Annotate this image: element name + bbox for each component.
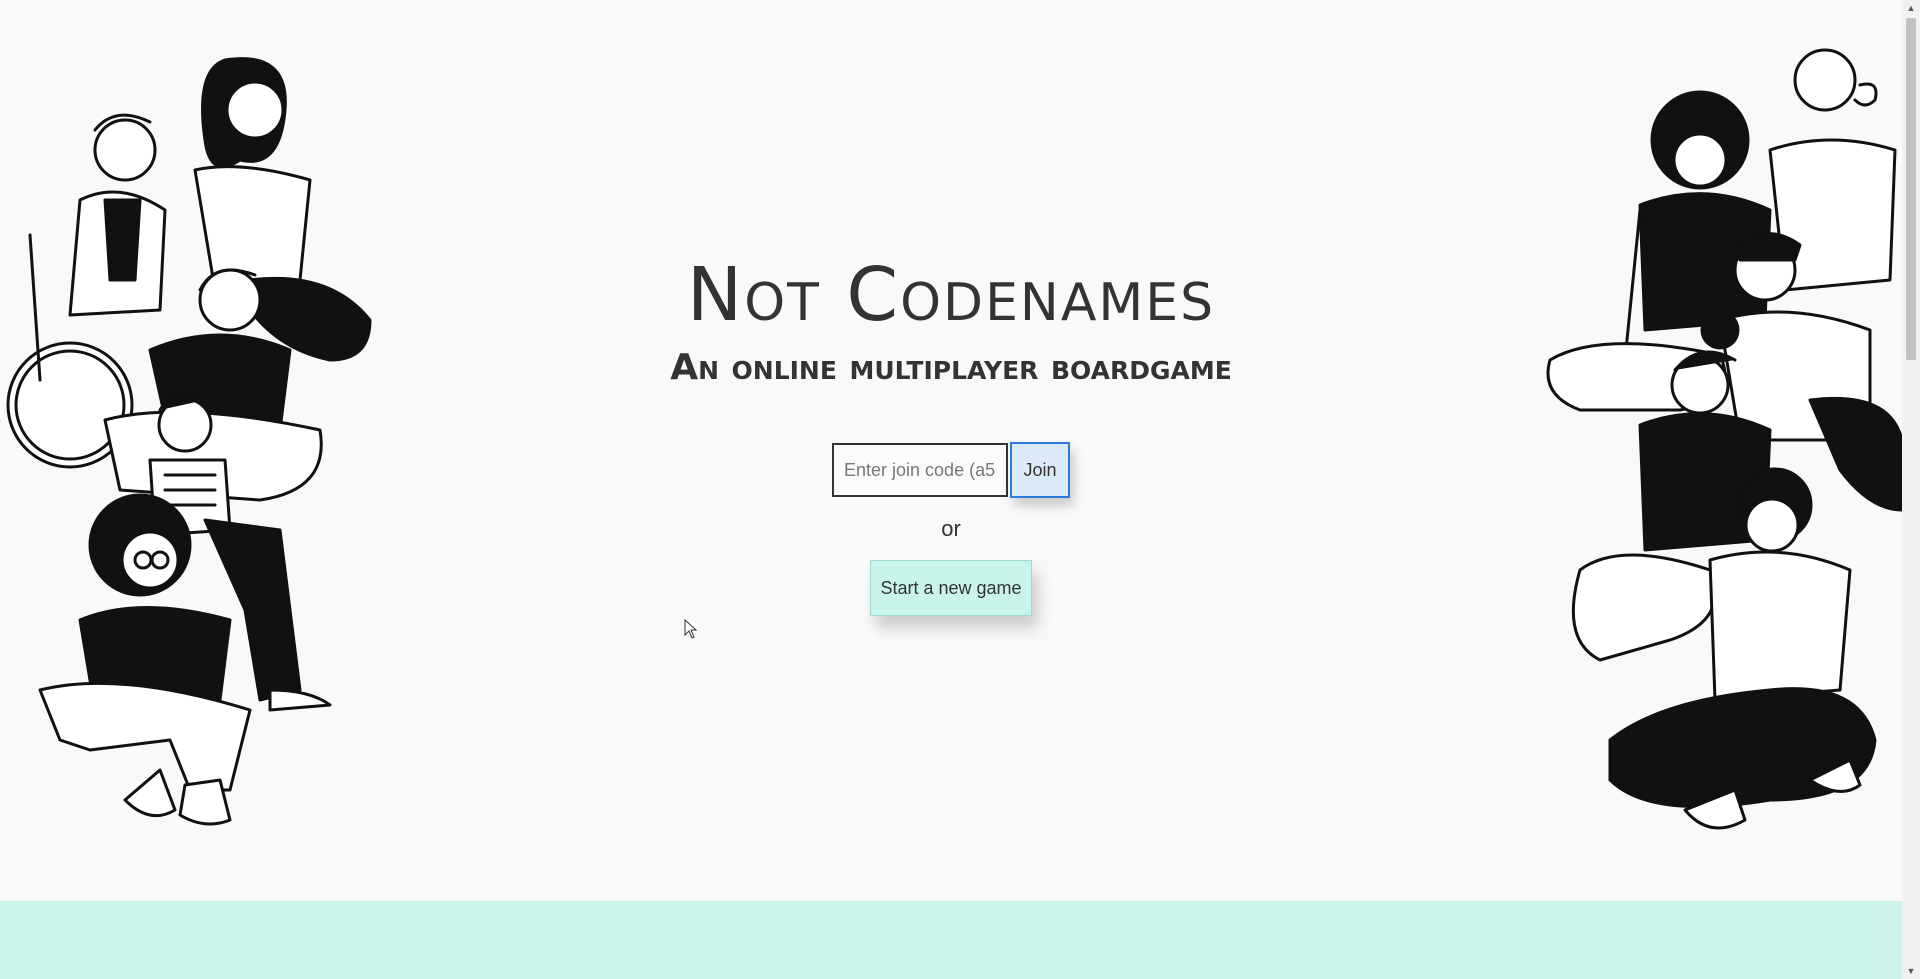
- scrollbar-thumb[interactable]: [1906, 18, 1916, 360]
- scroll-down-arrow-icon[interactable]: ▼: [1902, 963, 1920, 979]
- join-code-input[interactable]: [832, 443, 1008, 497]
- mouse-cursor-icon: [684, 619, 698, 639]
- or-separator: or: [941, 516, 961, 541]
- scroll-up-arrow-icon[interactable]: ▲: [1902, 0, 1920, 16]
- footer-band: [0, 901, 1902, 979]
- join-button[interactable]: Join: [1010, 442, 1070, 498]
- vertical-scrollbar[interactable]: ▲ ▼: [1902, 0, 1920, 979]
- join-form: Join: [0, 442, 1902, 498]
- page: Not Codenames An online multiplayer boar…: [0, 0, 1902, 979]
- hero-center: Not Codenames An online multiplayer boar…: [0, 250, 1902, 616]
- start-new-game-button[interactable]: Start a new game: [870, 560, 1032, 616]
- page-subtitle: An online multiplayer boardgame: [670, 347, 1232, 388]
- hero-section: Not Codenames An online multiplayer boar…: [0, 0, 1902, 901]
- page-title: Not Codenames: [686, 252, 1216, 338]
